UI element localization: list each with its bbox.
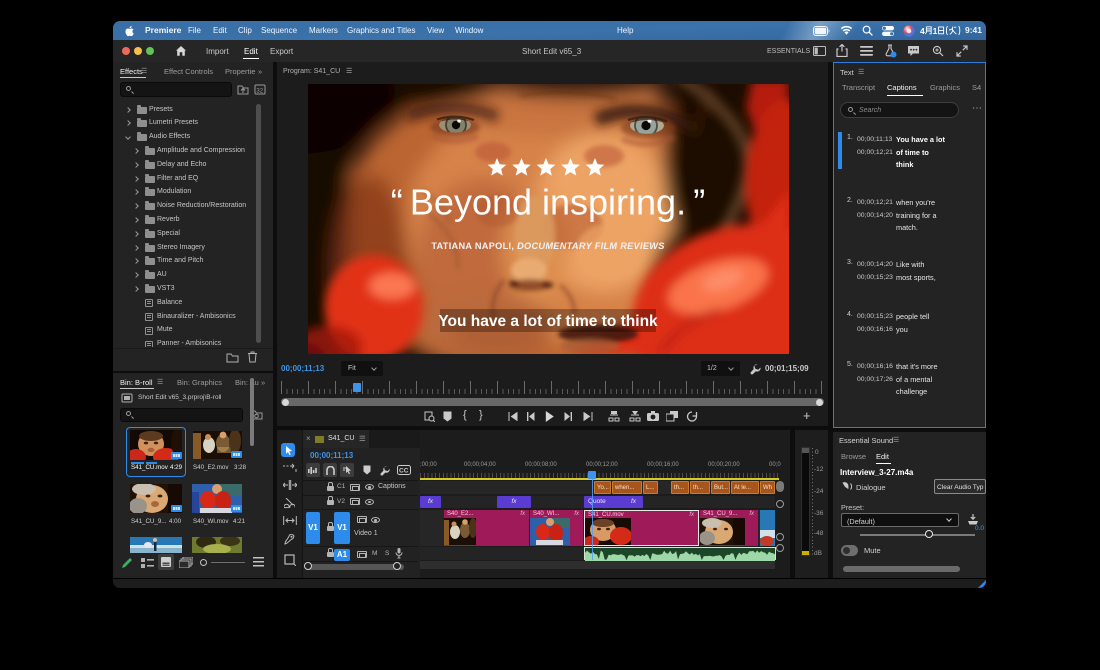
svg-text:32: 32 <box>256 88 263 94</box>
svg-text:CC: CC <box>399 468 409 475</box>
svg-text:4: 4 <box>920 26 925 35</box>
svg-text:“ Beyond inspiring. ”: “ Beyond inspiring. ” <box>391 182 706 223</box>
svg-text:TATIANA NAPOLI, DOCUMENTARY FI: TATIANA NAPOLI, DOCUMENTARY FILM REVIEWS <box>431 241 665 251</box>
svg-text:You have a lot of time to thin: You have a lot of time to think <box>438 313 658 330</box>
svg-text:1: 1 <box>933 26 938 35</box>
